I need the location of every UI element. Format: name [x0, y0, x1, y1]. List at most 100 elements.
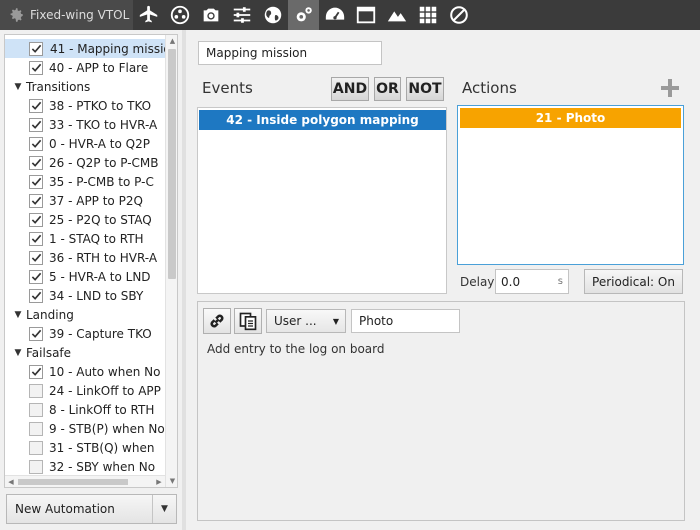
- enable-checkbox[interactable]: [29, 326, 43, 341]
- tree-item[interactable]: 32 - SBY when No: [5, 457, 165, 476]
- delay-value: 0.0: [501, 274, 521, 289]
- clipboard-button[interactable]: [234, 308, 262, 334]
- tree-item[interactable]: 1 - STAQ to RTH: [5, 229, 165, 248]
- actions-list[interactable]: 21 - Photo: [457, 105, 684, 265]
- scroll-left-icon[interactable]: ◀: [5, 476, 17, 487]
- enable-checkbox[interactable]: [29, 250, 43, 265]
- enable-checkbox[interactable]: [29, 402, 43, 417]
- vertical-scrollbar[interactable]: ▲ ▼: [165, 35, 177, 487]
- tree-item[interactable]: 9 - STB(P) when No: [5, 419, 165, 438]
- action-detail-panel: User ... ▼ Photo Add entry to the log on…: [197, 301, 685, 521]
- tree-group[interactable]: ▼ Failsafe: [5, 343, 165, 362]
- tree-item-label: 41 - Mapping mission: [50, 41, 165, 56]
- app-selector[interactable]: Fixed-wing VTOL: [0, 0, 134, 30]
- tree-item-label: 35 - P-CMB to P-C: [49, 174, 154, 189]
- scroll-up-icon[interactable]: ▲: [166, 35, 177, 47]
- grid-icon[interactable]: [412, 0, 443, 30]
- scroll-down-icon[interactable]: ▼: [166, 475, 177, 487]
- globe-icon[interactable]: [257, 0, 288, 30]
- tree-item[interactable]: 26 - Q2P to P-CMB: [5, 153, 165, 172]
- tree-item[interactable]: 38 - PTKO to TKO: [5, 96, 165, 115]
- enable-checkbox[interactable]: [29, 117, 43, 132]
- tree-item[interactable]: 10 - Auto when No: [5, 362, 165, 381]
- and-button[interactable]: AND: [331, 77, 369, 101]
- tree-group-label: Transitions: [26, 79, 91, 94]
- tree-item[interactable]: 34 - LND to SBY: [5, 286, 165, 305]
- add-action-button[interactable]: [658, 76, 682, 100]
- tree-item[interactable]: 0 - HVR-A to Q2P: [5, 134, 165, 153]
- automation-list-panel: 41 - Mapping mission40 - APP to Flare▼Tr…: [4, 34, 178, 524]
- camera-icon[interactable]: [195, 0, 226, 30]
- tree-item[interactable]: 41 - Mapping mission: [5, 39, 165, 58]
- event-item-selected[interactable]: 42 - Inside polygon mapping: [199, 110, 446, 130]
- automation-tree[interactable]: 41 - Mapping mission40 - APP to Flare▼Tr…: [4, 34, 178, 488]
- enable-checkbox[interactable]: [29, 269, 43, 284]
- user-select-dropdown[interactable]: User ... ▼: [266, 309, 346, 333]
- enable-checkbox[interactable]: [29, 459, 43, 474]
- enable-checkbox[interactable]: [29, 193, 43, 208]
- tree-item[interactable]: 24 - LinkOff to APP: [5, 381, 165, 400]
- tree-group[interactable]: ▼ Landing: [5, 305, 165, 324]
- panel-splitter[interactable]: [182, 30, 186, 530]
- gauge-icon[interactable]: [319, 0, 350, 30]
- tree-item[interactable]: 8 - LinkOff to RTH: [5, 400, 165, 419]
- gear-icon: [6, 5, 26, 25]
- enable-checkbox[interactable]: [29, 98, 43, 113]
- tree-item-label: 25 - P2Q to STAQ: [49, 212, 152, 227]
- action-name-input[interactable]: Photo: [351, 309, 460, 333]
- tree-group-label: Failsafe: [26, 345, 72, 360]
- expand-arrow-icon[interactable]: ▼: [13, 348, 23, 358]
- or-button[interactable]: OR: [374, 77, 401, 101]
- enable-checkbox[interactable]: [29, 440, 43, 455]
- enable-checkbox[interactable]: [29, 288, 43, 303]
- tree-item-label: 37 - APP to P2Q: [49, 193, 143, 208]
- periodical-toggle-button[interactable]: Periodical: On: [584, 269, 683, 294]
- user-select-value: User ...: [274, 314, 317, 328]
- scroll-thumb[interactable]: [168, 49, 176, 279]
- tree-item[interactable]: 31 - STB(Q) when: [5, 438, 165, 457]
- forbidden-icon[interactable]: [443, 0, 474, 30]
- expand-arrow-icon[interactable]: ▼: [13, 310, 23, 320]
- automation-name-input[interactable]: Mapping mission: [198, 41, 382, 65]
- enable-checkbox[interactable]: [29, 364, 43, 379]
- tree-item-label: 26 - Q2P to P-CMB: [49, 155, 159, 170]
- link-button[interactable]: [203, 308, 231, 334]
- enable-checkbox[interactable]: [29, 231, 43, 246]
- enable-checkbox[interactable]: [29, 212, 43, 227]
- tree-item[interactable]: 5 - HVR-A to LND: [5, 267, 165, 286]
- scroll-right-icon[interactable]: ▶: [153, 476, 165, 487]
- enable-checkbox[interactable]: [29, 421, 43, 436]
- tree-item-label: 33 - TKO to HVR-A: [49, 117, 158, 132]
- enable-checkbox[interactable]: [29, 41, 43, 56]
- new-automation-button[interactable]: New Automation ▼: [6, 494, 177, 524]
- tree-item[interactable]: 37 - APP to P2Q: [5, 191, 165, 210]
- tree-item-label: 36 - RTH to HVR-A: [49, 250, 158, 265]
- tree-item[interactable]: 39 - Capture TKO: [5, 324, 165, 343]
- nodes-icon[interactable]: [164, 0, 195, 30]
- tree-item[interactable]: 25 - P2Q to STAQ: [5, 210, 165, 229]
- expand-arrow-icon[interactable]: ▼: [13, 82, 23, 92]
- enable-checkbox[interactable]: [29, 136, 43, 151]
- enable-checkbox[interactable]: [29, 174, 43, 189]
- sliders-icon[interactable]: [226, 0, 257, 30]
- airplane-icon[interactable]: [133, 0, 164, 30]
- not-button[interactable]: NOT: [406, 77, 444, 101]
- enable-checkbox[interactable]: [29, 383, 43, 398]
- terrain-icon[interactable]: [381, 0, 412, 30]
- tree-item[interactable]: 33 - TKO to HVR-A: [5, 115, 165, 134]
- horizontal-scrollbar[interactable]: ◀ ▶: [5, 475, 165, 487]
- tree-item[interactable]: 36 - RTH to HVR-A: [5, 248, 165, 267]
- window-icon[interactable]: [350, 0, 381, 30]
- gears-icon[interactable]: [288, 0, 320, 30]
- enable-checkbox[interactable]: [29, 60, 43, 75]
- events-list[interactable]: 42 - Inside polygon mapping: [197, 107, 447, 294]
- scroll-thumb[interactable]: [18, 479, 128, 485]
- tree-item[interactable]: 35 - P-CMB to P-C: [5, 172, 165, 191]
- delay-label: Delay: [460, 275, 495, 289]
- enable-checkbox[interactable]: [29, 155, 43, 170]
- action-item-selected[interactable]: 21 - Photo: [460, 108, 681, 128]
- tree-group[interactable]: ▼ Transitions: [5, 77, 165, 96]
- chevron-down-icon[interactable]: ▼: [152, 495, 176, 523]
- tree-item[interactable]: 40 - APP to Flare: [5, 58, 165, 77]
- delay-input[interactable]: 0.0 s: [495, 269, 569, 294]
